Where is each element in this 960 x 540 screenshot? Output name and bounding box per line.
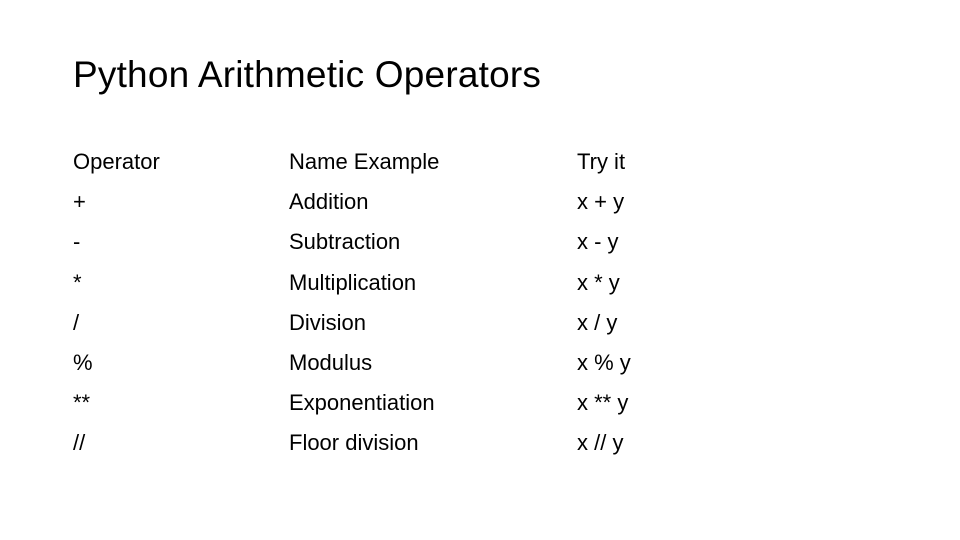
slide-title: Python Arithmetic Operators — [73, 54, 542, 95]
example-item: x * y — [577, 269, 620, 295]
operator-item: - — [73, 229, 81, 255]
operator-header: Operator — [73, 149, 160, 174]
name-item: Modulus — [289, 349, 373, 375]
name-item: Multiplication — [289, 269, 417, 295]
example-item: x + y — [577, 189, 625, 215]
example-item: x - y — [577, 229, 619, 255]
example-column: Try it x + y x - y x * y x / y x % y x *… — [577, 146, 631, 468]
name-item: Exponentiation — [289, 390, 435, 416]
operator-item: % — [73, 349, 93, 375]
example-item: x ** y — [577, 390, 629, 416]
name-item: Division — [289, 309, 367, 335]
example-item: x % y — [577, 349, 631, 375]
slide: Python Arithmetic Operators Operator + -… — [0, 0, 960, 540]
name-item: Floor division — [289, 430, 419, 456]
operator-column: Operator + - * / % ** // — [73, 146, 160, 468]
operator-item: // — [73, 430, 86, 456]
operator-item: / — [73, 309, 80, 335]
operator-item: ** — [73, 390, 91, 416]
name-column: Name Example Addition Subtraction Multip… — [289, 146, 439, 468]
name-header: Name Example — [289, 149, 440, 174]
example-header: Try it — [577, 149, 626, 174]
example-item: x // y — [577, 430, 624, 456]
operator-item: + — [73, 189, 86, 215]
operator-item: * — [73, 269, 82, 295]
name-item: Subtraction — [289, 229, 401, 255]
name-item: Addition — [289, 189, 369, 215]
example-item: x / y — [577, 309, 618, 335]
